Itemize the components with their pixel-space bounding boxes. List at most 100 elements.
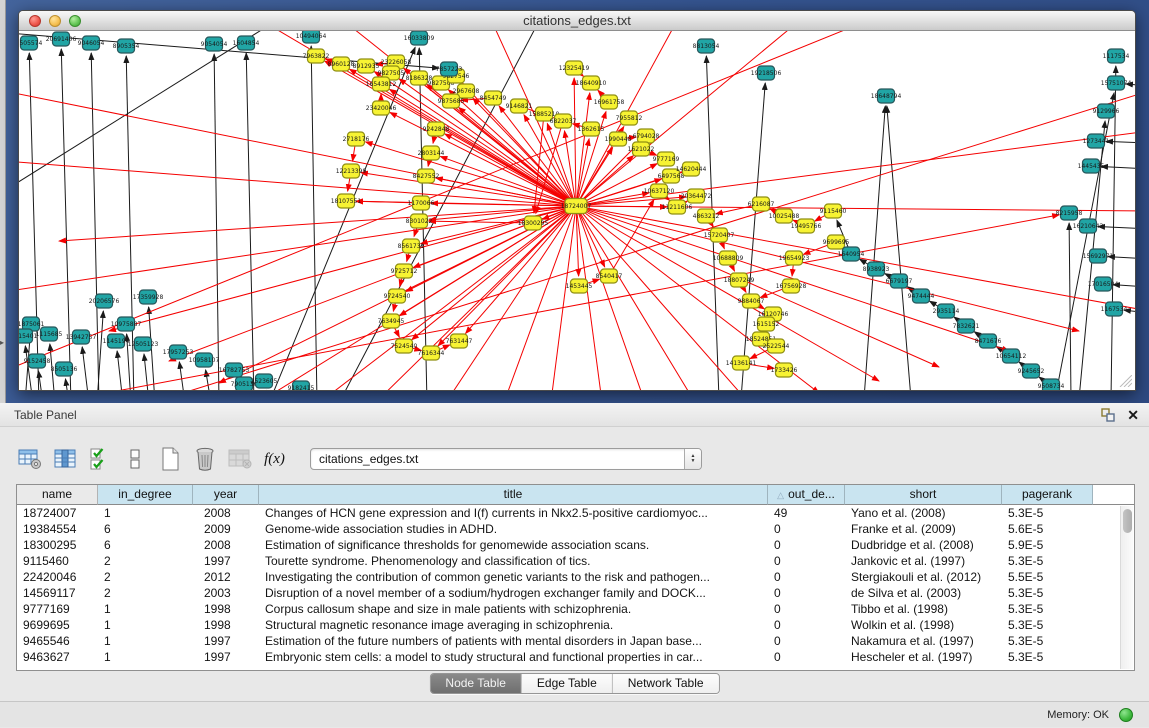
table-cell[interactable]: 5.5E-5 bbox=[1002, 569, 1093, 585]
table-cell[interactable]: 0 bbox=[768, 585, 845, 601]
table-row[interactable]: 1456911722003Disruption of a novel membe… bbox=[17, 585, 1134, 601]
table-cell[interactable]: 1 bbox=[98, 601, 193, 617]
table-cell[interactable]: 2009 bbox=[193, 521, 259, 537]
graph-node[interactable]: 9245652 bbox=[1018, 364, 1045, 378]
graph-node[interactable]: 1117534 bbox=[1103, 49, 1130, 63]
graph-node[interactable]: 18107551 bbox=[331, 194, 362, 208]
table-cell[interactable]: 6 bbox=[98, 537, 193, 553]
graph-node[interactable]: 1990448 bbox=[605, 132, 632, 146]
graph-node[interactable]: 8505136 bbox=[51, 362, 78, 376]
graph-node[interactable]: 1505574 bbox=[19, 36, 43, 50]
graph-node[interactable]: 1362615 bbox=[578, 122, 605, 136]
table-cell[interactable]: Corpus callosum shape and size in male p… bbox=[259, 601, 768, 617]
float-window-icon[interactable] bbox=[1101, 408, 1115, 422]
table-row[interactable]: 1938455462009Genome-wide association stu… bbox=[17, 521, 1134, 537]
graph-node[interactable]: 10654112 bbox=[996, 349, 1027, 363]
panel-expand-arrow-icon[interactable]: ▸ bbox=[0, 338, 4, 347]
table-cell[interactable]: 2012 bbox=[193, 569, 259, 585]
table-cell[interactable]: 5.3E-5 bbox=[1002, 601, 1093, 617]
graph-node[interactable]: 7963822 bbox=[303, 49, 330, 63]
graph-node[interactable]: 16033809 bbox=[404, 31, 435, 45]
table-cell[interactable]: Stergiakouli et al. (2012) bbox=[845, 569, 1002, 585]
table-cell[interactable]: Tourette syndrome. Phenomenology and cla… bbox=[259, 553, 768, 569]
window-resize-grip[interactable] bbox=[1118, 375, 1132, 387]
table-row[interactable]: 1830029562008Estimation of significance … bbox=[17, 537, 1134, 553]
table-cell[interactable]: 9115460 bbox=[17, 553, 98, 569]
table-cell[interactable]: 14569117 bbox=[17, 585, 98, 601]
column-header-pagerank[interactable]: pagerank bbox=[1002, 485, 1093, 505]
graph-node[interactable]: 16210643 bbox=[1073, 219, 1104, 233]
network-canvas[interactable]: 1872400779638228960128891293523226058982… bbox=[19, 31, 1135, 390]
table-row[interactable]: 946362711997Embryonic stem cells: a mode… bbox=[17, 649, 1134, 665]
column-header-name[interactable]: name bbox=[17, 485, 98, 505]
graph-node[interactable]: 10958107 bbox=[189, 353, 220, 367]
table-cell[interactable]: Structural magnetic resonance image aver… bbox=[259, 617, 768, 633]
table-cell[interactable]: 2 bbox=[98, 569, 193, 585]
table-cell[interactable]: Jankovic et al. (1997) bbox=[845, 553, 1002, 569]
tab-edge-table[interactable]: Edge Table bbox=[522, 674, 613, 693]
table-cell[interactable]: 9463627 bbox=[17, 649, 98, 665]
column-header-short[interactable]: short bbox=[845, 485, 1002, 505]
table-cell[interactable]: de Silva et al. (2003) bbox=[845, 585, 1002, 601]
table-cell[interactable]: Genome-wide association studies in ADHD. bbox=[259, 521, 768, 537]
node-table-body[interactable]: 1872400712008Changes of HCN gene express… bbox=[17, 505, 1134, 665]
graph-node[interactable]: 18640910 bbox=[576, 76, 607, 90]
column-header-out_de[interactable]: △out_de... bbox=[768, 485, 845, 505]
graph-node[interactable]: 13942757 bbox=[66, 330, 97, 344]
table-cell[interactable]: 2008 bbox=[193, 505, 259, 521]
graph-node[interactable]: 9508734 bbox=[1038, 379, 1065, 390]
graph-node[interactable]: 1733426 bbox=[771, 363, 798, 377]
close-window-button[interactable] bbox=[29, 15, 41, 27]
table-row[interactable]: 946554611997Estimation of the future num… bbox=[17, 633, 1134, 649]
graph-node[interactable]: 1604854 bbox=[233, 36, 260, 50]
table-cell[interactable]: 9465546 bbox=[17, 633, 98, 649]
graph-node[interactable]: 20691406 bbox=[46, 32, 77, 46]
table-cell[interactable]: 2 bbox=[98, 553, 193, 569]
table-cell[interactable]: 18300295 bbox=[17, 537, 98, 553]
table-vertical-scrollbar[interactable] bbox=[1120, 506, 1133, 669]
zoom-window-button[interactable] bbox=[69, 15, 81, 27]
minimize-window-button[interactable] bbox=[49, 15, 61, 27]
table-cell[interactable]: 18724007 bbox=[17, 505, 98, 521]
graph-node[interactable]: 8905354 bbox=[113, 39, 140, 53]
graph-node[interactable]: 8561731 bbox=[398, 239, 425, 253]
table-cell[interactable]: 1997 bbox=[193, 649, 259, 665]
graph-node[interactable]: 9725712 bbox=[391, 264, 418, 278]
table-cell[interactable]: Estimation of significance thresholds fo… bbox=[259, 537, 768, 553]
graph-node[interactable]: 12325419 bbox=[559, 61, 590, 75]
graph-node[interactable]: 18648794 bbox=[871, 89, 902, 103]
graph-node[interactable]: 17359928 bbox=[133, 290, 164, 304]
table-cell[interactable]: Estimation of the future numbers of pati… bbox=[259, 633, 768, 649]
table-cell[interactable]: 0 bbox=[768, 569, 845, 585]
select-columns-icon[interactable] bbox=[86, 446, 113, 473]
table-cell[interactable]: 5.3E-5 bbox=[1002, 633, 1093, 649]
close-panel-icon[interactable]: ✕ bbox=[1127, 407, 1139, 423]
table-cell[interactable]: 2003 bbox=[193, 585, 259, 601]
graph-node[interactable]: 10637120 bbox=[644, 184, 675, 198]
graph-node[interactable]: 7524540 bbox=[391, 339, 418, 353]
hub-node[interactable]: 18724007 bbox=[561, 199, 592, 214]
graph-node[interactable]: 8540417 bbox=[596, 269, 623, 283]
table-cell[interactable]: 6 bbox=[98, 521, 193, 537]
table-cell[interactable]: 49 bbox=[768, 505, 845, 521]
graph-node[interactable]: 8471676 bbox=[975, 334, 1002, 348]
table-row[interactable]: 969969511998Structural magnetic resonanc… bbox=[17, 617, 1134, 633]
table-cell[interactable]: 0 bbox=[768, 553, 845, 569]
graph-node[interactable]: 6794028 bbox=[633, 129, 660, 143]
graph-node[interactable]: 1453445 bbox=[566, 279, 593, 293]
graph-node[interactable]: 16756928 bbox=[776, 279, 807, 293]
table-row[interactable]: 1872400712008Changes of HCN gene express… bbox=[17, 505, 1134, 521]
graph-node[interactable]: 15751074 bbox=[1101, 76, 1132, 90]
graph-node[interactable]: 8454749 bbox=[480, 91, 507, 105]
graph-node[interactable]: 9884067 bbox=[738, 294, 765, 308]
table-cell[interactable]: 1 bbox=[98, 617, 193, 633]
column-header-in_degree[interactable]: in_degree bbox=[98, 485, 193, 505]
table-cell[interactable]: 0 bbox=[768, 537, 845, 553]
table-cell[interactable]: 1997 bbox=[193, 553, 259, 569]
table-row[interactable]: 911546021997Tourette syndrome. Phenomeno… bbox=[17, 553, 1134, 569]
table-cell[interactable]: Dudbridge et al. (2008) bbox=[845, 537, 1002, 553]
table-cell[interactable]: 0 bbox=[768, 649, 845, 665]
table-cell[interactable]: Embryonic stem cells: a model to study s… bbox=[259, 649, 768, 665]
graph-node[interactable]: 2718176 bbox=[343, 132, 370, 146]
table-cell[interactable]: 1 bbox=[98, 633, 193, 649]
